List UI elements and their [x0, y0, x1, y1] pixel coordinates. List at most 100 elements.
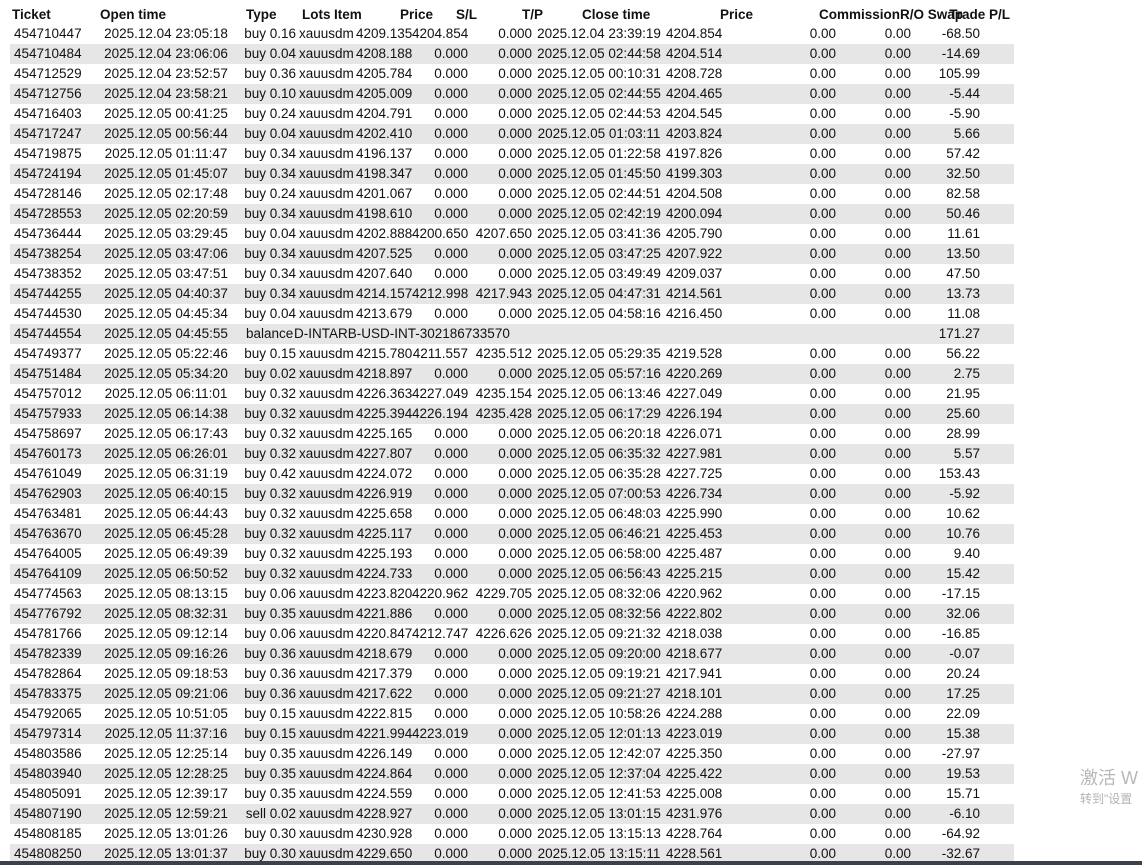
header-ticket[interactable]: Ticket: [10, 6, 100, 24]
table-row[interactable]: 454764005 2025.12.05 06:49:39 buy 0.32 xauus…: [10, 544, 1014, 564]
table-row[interactable]: 454783375 2025.12.05 09:21:06 buy 0.36 xauus…: [10, 684, 1014, 704]
cell-type: buy: [244, 686, 266, 701]
table-row[interactable]: 454782864 2025.12.05 09:18:53 buy 0.36 xauus…: [10, 664, 1014, 684]
cell-tp: 0.000: [498, 86, 532, 101]
cell-lots: 0.34: [269, 266, 296, 281]
header-open-price[interactable]: Price: [384, 6, 448, 24]
cell-trade-pl: 15.42: [946, 566, 980, 581]
table-row[interactable]: 454763670 2025.12.05 06:45:28 buy 0.32 xauus…: [10, 524, 1014, 544]
header-commission[interactable]: Commission: [774, 6, 900, 24]
table-row[interactable]: 454781766 2025.12.05 09:12:14 buy 0.06 xauus…: [10, 624, 1014, 644]
header-item[interactable]: Item: [334, 6, 384, 24]
table-row[interactable]: 454762903 2025.12.05 06:40:15 buy 0.32 xauus…: [10, 484, 1014, 504]
table-row[interactable]: 454792065 2025.12.05 10:51:05 buy 0.15 xauus…: [10, 704, 1014, 724]
cell-close-time: 2025.12.05 01:45:50: [537, 166, 661, 181]
header-open-time[interactable]: Open time: [100, 6, 246, 24]
table-row[interactable]: 454763481 2025.12.05 06:44:43 buy 0.32 xauus…: [10, 504, 1014, 524]
cell-open-time: 2025.12.05 06:49:39: [104, 546, 228, 561]
watermark-line-1: 激活 W: [1080, 768, 1138, 788]
table-row[interactable]: 454749377 2025.12.05 05:22:46 buy 0.15 xauus…: [10, 344, 1014, 364]
cell-open-time: 2025.12.05 00:56:44: [104, 126, 228, 141]
cell-open-price: 4198.347: [356, 166, 413, 181]
header-ro-swap[interactable]: R/O Swap: [900, 6, 963, 24]
cell-item: xauusdm: [299, 246, 354, 261]
cell-close-price: 4225.008: [666, 786, 723, 801]
cell-lots: 0.34: [269, 166, 296, 181]
cell-sl: 0.000: [434, 486, 468, 501]
table-row[interactable]: 454738254 2025.12.05 03:47:06 buy 0.34 xauus…: [10, 244, 1014, 264]
table-row[interactable]: 454776792 2025.12.05 08:32:31 buy 0.35 xauus…: [10, 604, 1014, 624]
table-row[interactable]: 454757012 2025.12.05 06:11:01 buy 0.32 xauus…: [10, 384, 1014, 404]
table-row[interactable]: 454744530 2025.12.05 04:45:34 buy 0.04 xauus…: [10, 304, 1014, 324]
cell-type: buy: [244, 286, 266, 301]
cell-trade-pl: 20.24: [946, 666, 980, 681]
table-row[interactable]: 454808185 2025.12.05 13:01:26 buy 0.30 xauus…: [10, 824, 1014, 844]
cell-close-time: 2025.12.05 08:32:06: [537, 586, 661, 601]
table-row[interactable]: 454807190 2025.12.05 12:59:21 sell 0.02 xauu…: [10, 804, 1014, 824]
cell-open-price: 4205.009: [356, 86, 413, 101]
cell-trade-pl: 47.50: [946, 266, 980, 281]
table-row[interactable]: 454797314 2025.12.05 11:37:16 buy 0.15 xauus…: [10, 724, 1014, 744]
cell-commission: 0.00: [809, 246, 836, 261]
cell-commission: 0.00: [809, 46, 836, 61]
table-row[interactable]: 454738352 2025.12.05 03:47:51 buy 0.34 xauus…: [10, 264, 1014, 284]
table-row[interactable]: 454724194 2025.12.05 01:45:07 buy 0.34 xauus…: [10, 164, 1014, 184]
table-row[interactable]: 454719875 2025.12.05 01:11:47 buy 0.34 xauus…: [10, 144, 1014, 164]
header-type[interactable]: Type: [246, 6, 302, 24]
cell-tp: 4226.626: [475, 626, 532, 641]
cell-ticket: 454782339: [14, 646, 82, 661]
table-row[interactable]: 454710447 2025.12.04 23:05:18 buy 0.16 xauus…: [10, 24, 1014, 44]
cell-type: buy: [244, 746, 266, 761]
table-row[interactable]: 454760173 2025.12.05 06:26:01 buy 0.32 xauus…: [10, 444, 1014, 464]
table-row[interactable]: 454751484 2025.12.05 05:34:20 buy 0.02 xauus…: [10, 364, 1014, 384]
table-row[interactable]: 454728146 2025.12.05 02:17:48 buy 0.24 xauus…: [10, 184, 1014, 204]
table-row[interactable]: 454716403 2025.12.05 00:41:25 buy 0.24 xauus…: [10, 104, 1014, 124]
header-tp[interactable]: T/P: [508, 6, 572, 24]
header-sl[interactable]: S/L: [448, 6, 508, 24]
trade-history-report: Ticket Open time Type Lots Item Price S/…: [10, 6, 1014, 864]
cell-close-price: 4209.037: [666, 266, 723, 281]
cell-swap: 0.00: [884, 806, 911, 821]
cell-trade-pl: 9.40: [953, 546, 980, 561]
cell-lots: 0.35: [269, 766, 296, 781]
header-close-price[interactable]: Price: [712, 6, 774, 24]
cell-type: buy: [244, 386, 266, 401]
table-row[interactable]: 454757933 2025.12.05 06:14:38 buy 0.32 xauus…: [10, 404, 1014, 424]
header-close-time[interactable]: Close time: [572, 6, 712, 24]
table-row[interactable]: 454782339 2025.12.05 09:16:26 buy 0.36 xauus…: [10, 644, 1014, 664]
cell-type: buy: [244, 186, 266, 201]
table-row[interactable]: 454803940 2025.12.05 12:28:25 buy 0.35 xauus…: [10, 764, 1014, 784]
cell-close-time: 2025.12.05 07:00:53: [537, 486, 661, 501]
table-row[interactable]: 454712756 2025.12.04 23:58:21 buy 0.10 xauus…: [10, 84, 1014, 104]
table-row[interactable]: 454710484 2025.12.04 23:06:06 buy 0.04 xauus…: [10, 44, 1014, 64]
cell-ticket: 454716403: [14, 106, 82, 121]
table-row[interactable]: 454712529 2025.12.04 23:52:57 buy 0.36 xauus…: [10, 64, 1014, 84]
cell-tp: 0.000: [498, 146, 532, 161]
table-row[interactable]: 454744554 2025.12.05 04:45:55 balance D-INT…: [10, 324, 1014, 344]
cell-type: buy: [244, 406, 266, 421]
cell-open-price: 4204.791: [356, 106, 413, 121]
cell-ticket: 454803940: [14, 766, 82, 781]
cell-commission: 0.00: [809, 166, 836, 181]
table-row[interactable]: 454717247 2025.12.05 00:56:44 buy 0.04 xauus…: [10, 124, 1014, 144]
table-row[interactable]: 454761049 2025.12.05 06:31:19 buy 0.42 xauus…: [10, 464, 1014, 484]
cell-swap: 0.00: [884, 666, 911, 681]
table-row[interactable]: 454758697 2025.12.05 06:17:43 buy 0.32 xauus…: [10, 424, 1014, 444]
cell-swap: 0.00: [884, 286, 911, 301]
cell-ticket: 454805091: [14, 786, 82, 801]
table-row[interactable]: 454805091 2025.12.05 12:39:17 buy 0.35 xauus…: [10, 784, 1014, 804]
cell-lots: 0.04: [269, 306, 296, 321]
table-row[interactable]: 454728553 2025.12.05 02:20:59 buy 0.34 xauus…: [10, 204, 1014, 224]
table-row[interactable]: 454803586 2025.12.05 12:25:14 buy 0.35 xauus…: [10, 744, 1014, 764]
window-edge: [0, 0, 10, 6]
header-trade-pl[interactable]: Trade P/L: [942, 6, 1012, 24]
table-row[interactable]: 454764109 2025.12.05 06:50:52 buy 0.32 xauus…: [10, 564, 1014, 584]
table-row[interactable]: 454774563 2025.12.05 08:13:15 buy 0.06 xauus…: [10, 584, 1014, 604]
cell-open-time: 2025.12.04 23:06:06: [104, 46, 228, 61]
cell-item: xauusdm: [299, 46, 354, 61]
table-row[interactable]: 454736444 2025.12.05 03:29:45 buy 0.04 xauus…: [10, 224, 1014, 244]
header-lots[interactable]: Lots: [302, 6, 334, 24]
table-row[interactable]: 454744255 2025.12.05 04:40:37 buy 0.34 xauus…: [10, 284, 1014, 304]
cell-sl: 4223.019: [412, 726, 469, 741]
cell-commission: 0.00: [809, 706, 836, 721]
